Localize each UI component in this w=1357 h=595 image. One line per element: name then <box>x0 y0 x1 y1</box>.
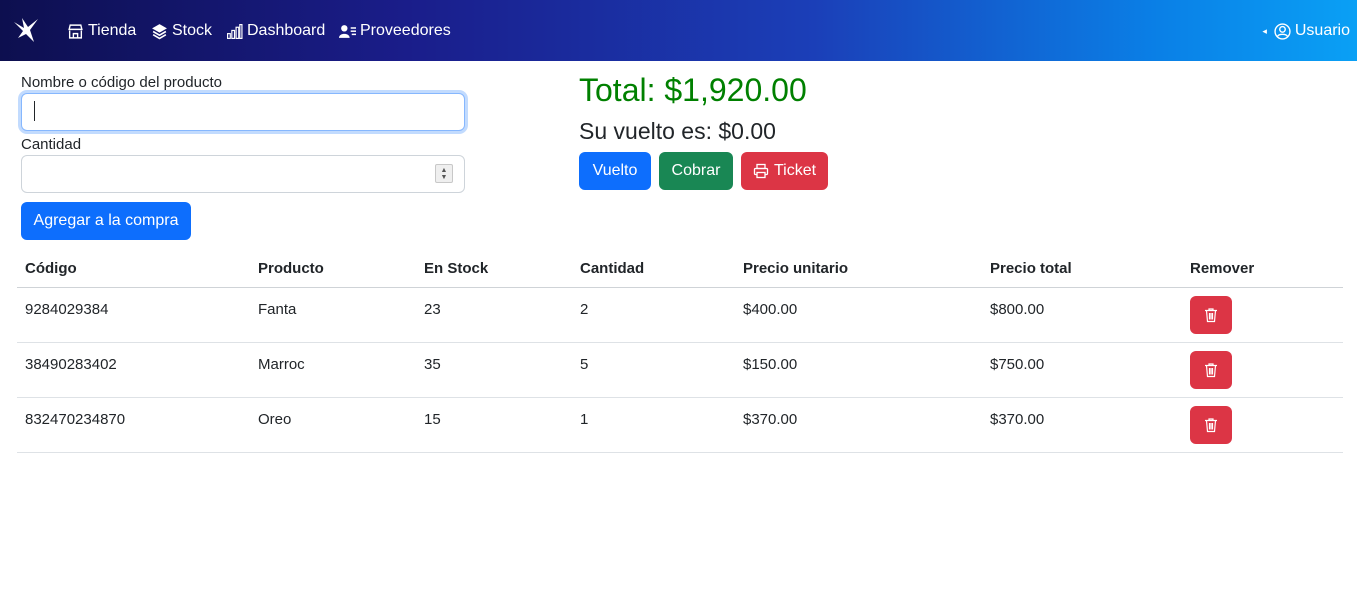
remove-item-button[interactable] <box>1190 406 1232 444</box>
column-header-total: Precio total <box>990 260 1072 277</box>
cell-producto: Fanta <box>258 301 297 318</box>
ticket-button-label: Ticket <box>773 162 817 179</box>
cell-codigo: 38490283402 <box>25 356 117 373</box>
quantity-stepper[interactable]: ▲ ▼ <box>435 164 453 183</box>
user-menu[interactable]: ◂ Usuario <box>1262 20 1350 42</box>
top-navbar: Tienda Stock Dashboard Proveedores ◂ Usu… <box>0 0 1357 61</box>
chevron-down-icon: ▼ <box>440 173 448 181</box>
shop-icon <box>67 23 84 40</box>
quantity-label: Cantidad <box>21 136 82 153</box>
bird-logo-icon[interactable] <box>12 16 40 44</box>
product-label: Nombre o código del producto <box>21 74 222 91</box>
nav-item-proveedores[interactable]: Proveedores <box>339 20 451 42</box>
text-cursor <box>34 101 35 121</box>
nav-item-label: Proveedores <box>360 22 451 39</box>
cell-stock: 23 <box>424 301 441 318</box>
chevron-up-icon: ▲ <box>440 166 448 174</box>
nav-item-dashboard[interactable]: Dashboard <box>226 20 325 42</box>
nav-item-label: Stock <box>172 22 213 39</box>
remove-item-button[interactable] <box>1190 351 1232 389</box>
column-header-codigo: Código <box>25 260 77 277</box>
total-amount: Total: $1,920.00 <box>579 72 807 108</box>
row-divider <box>17 342 1343 343</box>
cell-codigo: 832470234870 <box>25 411 126 428</box>
trash-icon <box>1205 418 1217 433</box>
cell-total: $750.00 <box>990 356 1045 373</box>
trash-icon <box>1205 308 1217 323</box>
cell-unitario: $150.00 <box>743 356 798 373</box>
cell-cantidad: 5 <box>580 356 589 373</box>
bar-chart-icon <box>226 23 243 40</box>
caret-left-icon: ◂ <box>1262 25 1267 36</box>
column-header-producto: Producto <box>258 260 324 277</box>
nav-item-tienda[interactable]: Tienda <box>67 20 136 42</box>
cobrar-button[interactable]: Cobrar <box>659 152 733 190</box>
cell-cantidad: 1 <box>580 411 589 428</box>
row-divider <box>17 397 1343 398</box>
nav-item-label: Tienda <box>88 22 137 39</box>
cell-stock: 15 <box>424 411 441 428</box>
vuelto-button[interactable]: Vuelto <box>579 152 651 190</box>
column-header-remover: Remover <box>1190 260 1255 277</box>
nav-item-stock[interactable]: Stock <box>151 20 212 42</box>
cell-producto: Marroc <box>258 356 305 373</box>
column-header-stock: En Stock <box>424 260 489 277</box>
add-to-purchase-button[interactable]: Agregar a la compra <box>21 202 191 240</box>
layers-icon <box>151 23 168 40</box>
table-header-divider <box>17 287 1343 288</box>
product-search-input[interactable] <box>21 93 465 131</box>
cell-stock: 35 <box>424 356 441 373</box>
cell-codigo: 9284029384 <box>25 301 109 318</box>
cell-unitario: $370.00 <box>743 411 798 428</box>
quantity-input[interactable] <box>21 155 465 193</box>
remove-item-button[interactable] <box>1190 296 1232 334</box>
cell-producto: Oreo <box>258 411 292 428</box>
cell-total: $370.00 <box>990 411 1045 428</box>
person-list-icon <box>339 23 356 40</box>
column-header-unitario: Precio unitario <box>743 260 849 277</box>
cell-cantidad: 2 <box>580 301 589 318</box>
cell-unitario: $400.00 <box>743 301 798 318</box>
trash-icon <box>1205 363 1217 378</box>
row-divider <box>17 452 1343 453</box>
column-header-cantidad: Cantidad <box>580 260 645 277</box>
nav-item-label: Dashboard <box>247 22 326 39</box>
user-label: Usuario <box>1294 22 1350 39</box>
cell-total: $800.00 <box>990 301 1045 318</box>
change-amount: Su vuelto es: $0.00 <box>579 118 776 144</box>
printer-icon <box>753 163 769 179</box>
person-circle-icon <box>1274 22 1291 40</box>
ticket-button[interactable]: Ticket <box>741 152 828 190</box>
